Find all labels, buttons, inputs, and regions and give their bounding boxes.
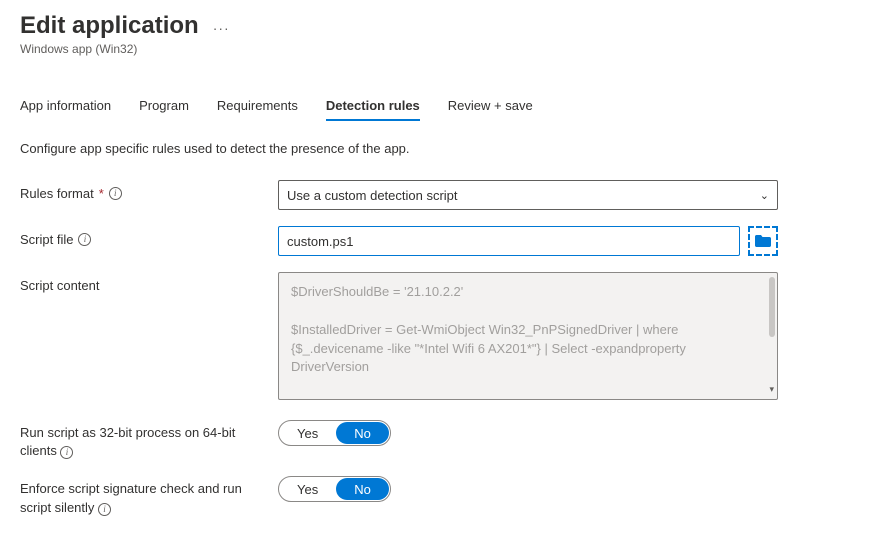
script-content-box: $DriverShouldBe = '21.10.2.2' $Installed… bbox=[278, 272, 778, 400]
info-icon[interactable]: i bbox=[78, 233, 91, 246]
script-file-label: Script file i bbox=[20, 226, 278, 247]
enforce-sig-toggle: Yes No bbox=[278, 476, 391, 502]
page-title: Edit application bbox=[20, 12, 199, 40]
scrollbar-thumb[interactable] bbox=[769, 277, 775, 337]
page-subtitle: Windows app (Win32) bbox=[20, 42, 857, 56]
run-32bit-label: Run script as 32-bit process on 64-bit c… bbox=[20, 420, 278, 460]
tab-program[interactable]: Program bbox=[139, 92, 189, 119]
enforce-sig-label: Enforce script signature check and run s… bbox=[20, 476, 278, 516]
run-32bit-no[interactable]: No bbox=[336, 422, 389, 444]
required-marker: * bbox=[99, 186, 104, 201]
tab-requirements[interactable]: Requirements bbox=[217, 92, 298, 119]
rules-format-select[interactable]: Use a custom detection script ⌄ bbox=[278, 180, 778, 210]
run-32bit-yes[interactable]: Yes bbox=[279, 421, 336, 445]
chevron-down-icon: ⌄ bbox=[760, 189, 769, 202]
enforce-sig-yes[interactable]: Yes bbox=[279, 477, 336, 501]
scroll-down-icon[interactable]: ▾ bbox=[769, 383, 774, 396]
tab-detection-rules[interactable]: Detection rules bbox=[326, 92, 420, 119]
script-file-value: custom.ps1 bbox=[287, 234, 353, 249]
tab-app-information[interactable]: App information bbox=[20, 92, 111, 119]
intro-text: Configure app specific rules used to det… bbox=[20, 141, 857, 156]
folder-icon bbox=[755, 235, 771, 247]
browse-file-button[interactable] bbox=[748, 226, 778, 256]
tabs: App information Program Requirements Det… bbox=[20, 92, 857, 119]
script-file-input[interactable]: custom.ps1 bbox=[278, 226, 740, 256]
rules-format-label: Rules format * i bbox=[20, 180, 278, 201]
enforce-sig-no[interactable]: No bbox=[336, 478, 389, 500]
info-icon[interactable]: i bbox=[98, 503, 111, 516]
run-32bit-toggle: Yes No bbox=[278, 420, 391, 446]
info-icon[interactable]: i bbox=[60, 446, 73, 459]
more-icon[interactable]: ··· bbox=[213, 20, 230, 36]
rules-format-value: Use a custom detection script bbox=[287, 188, 458, 203]
tab-review-save[interactable]: Review + save bbox=[448, 92, 533, 119]
script-content-text: $DriverShouldBe = '21.10.2.2' $Installed… bbox=[291, 284, 690, 400]
info-icon[interactable]: i bbox=[109, 187, 122, 200]
script-content-label: Script content bbox=[20, 272, 278, 293]
